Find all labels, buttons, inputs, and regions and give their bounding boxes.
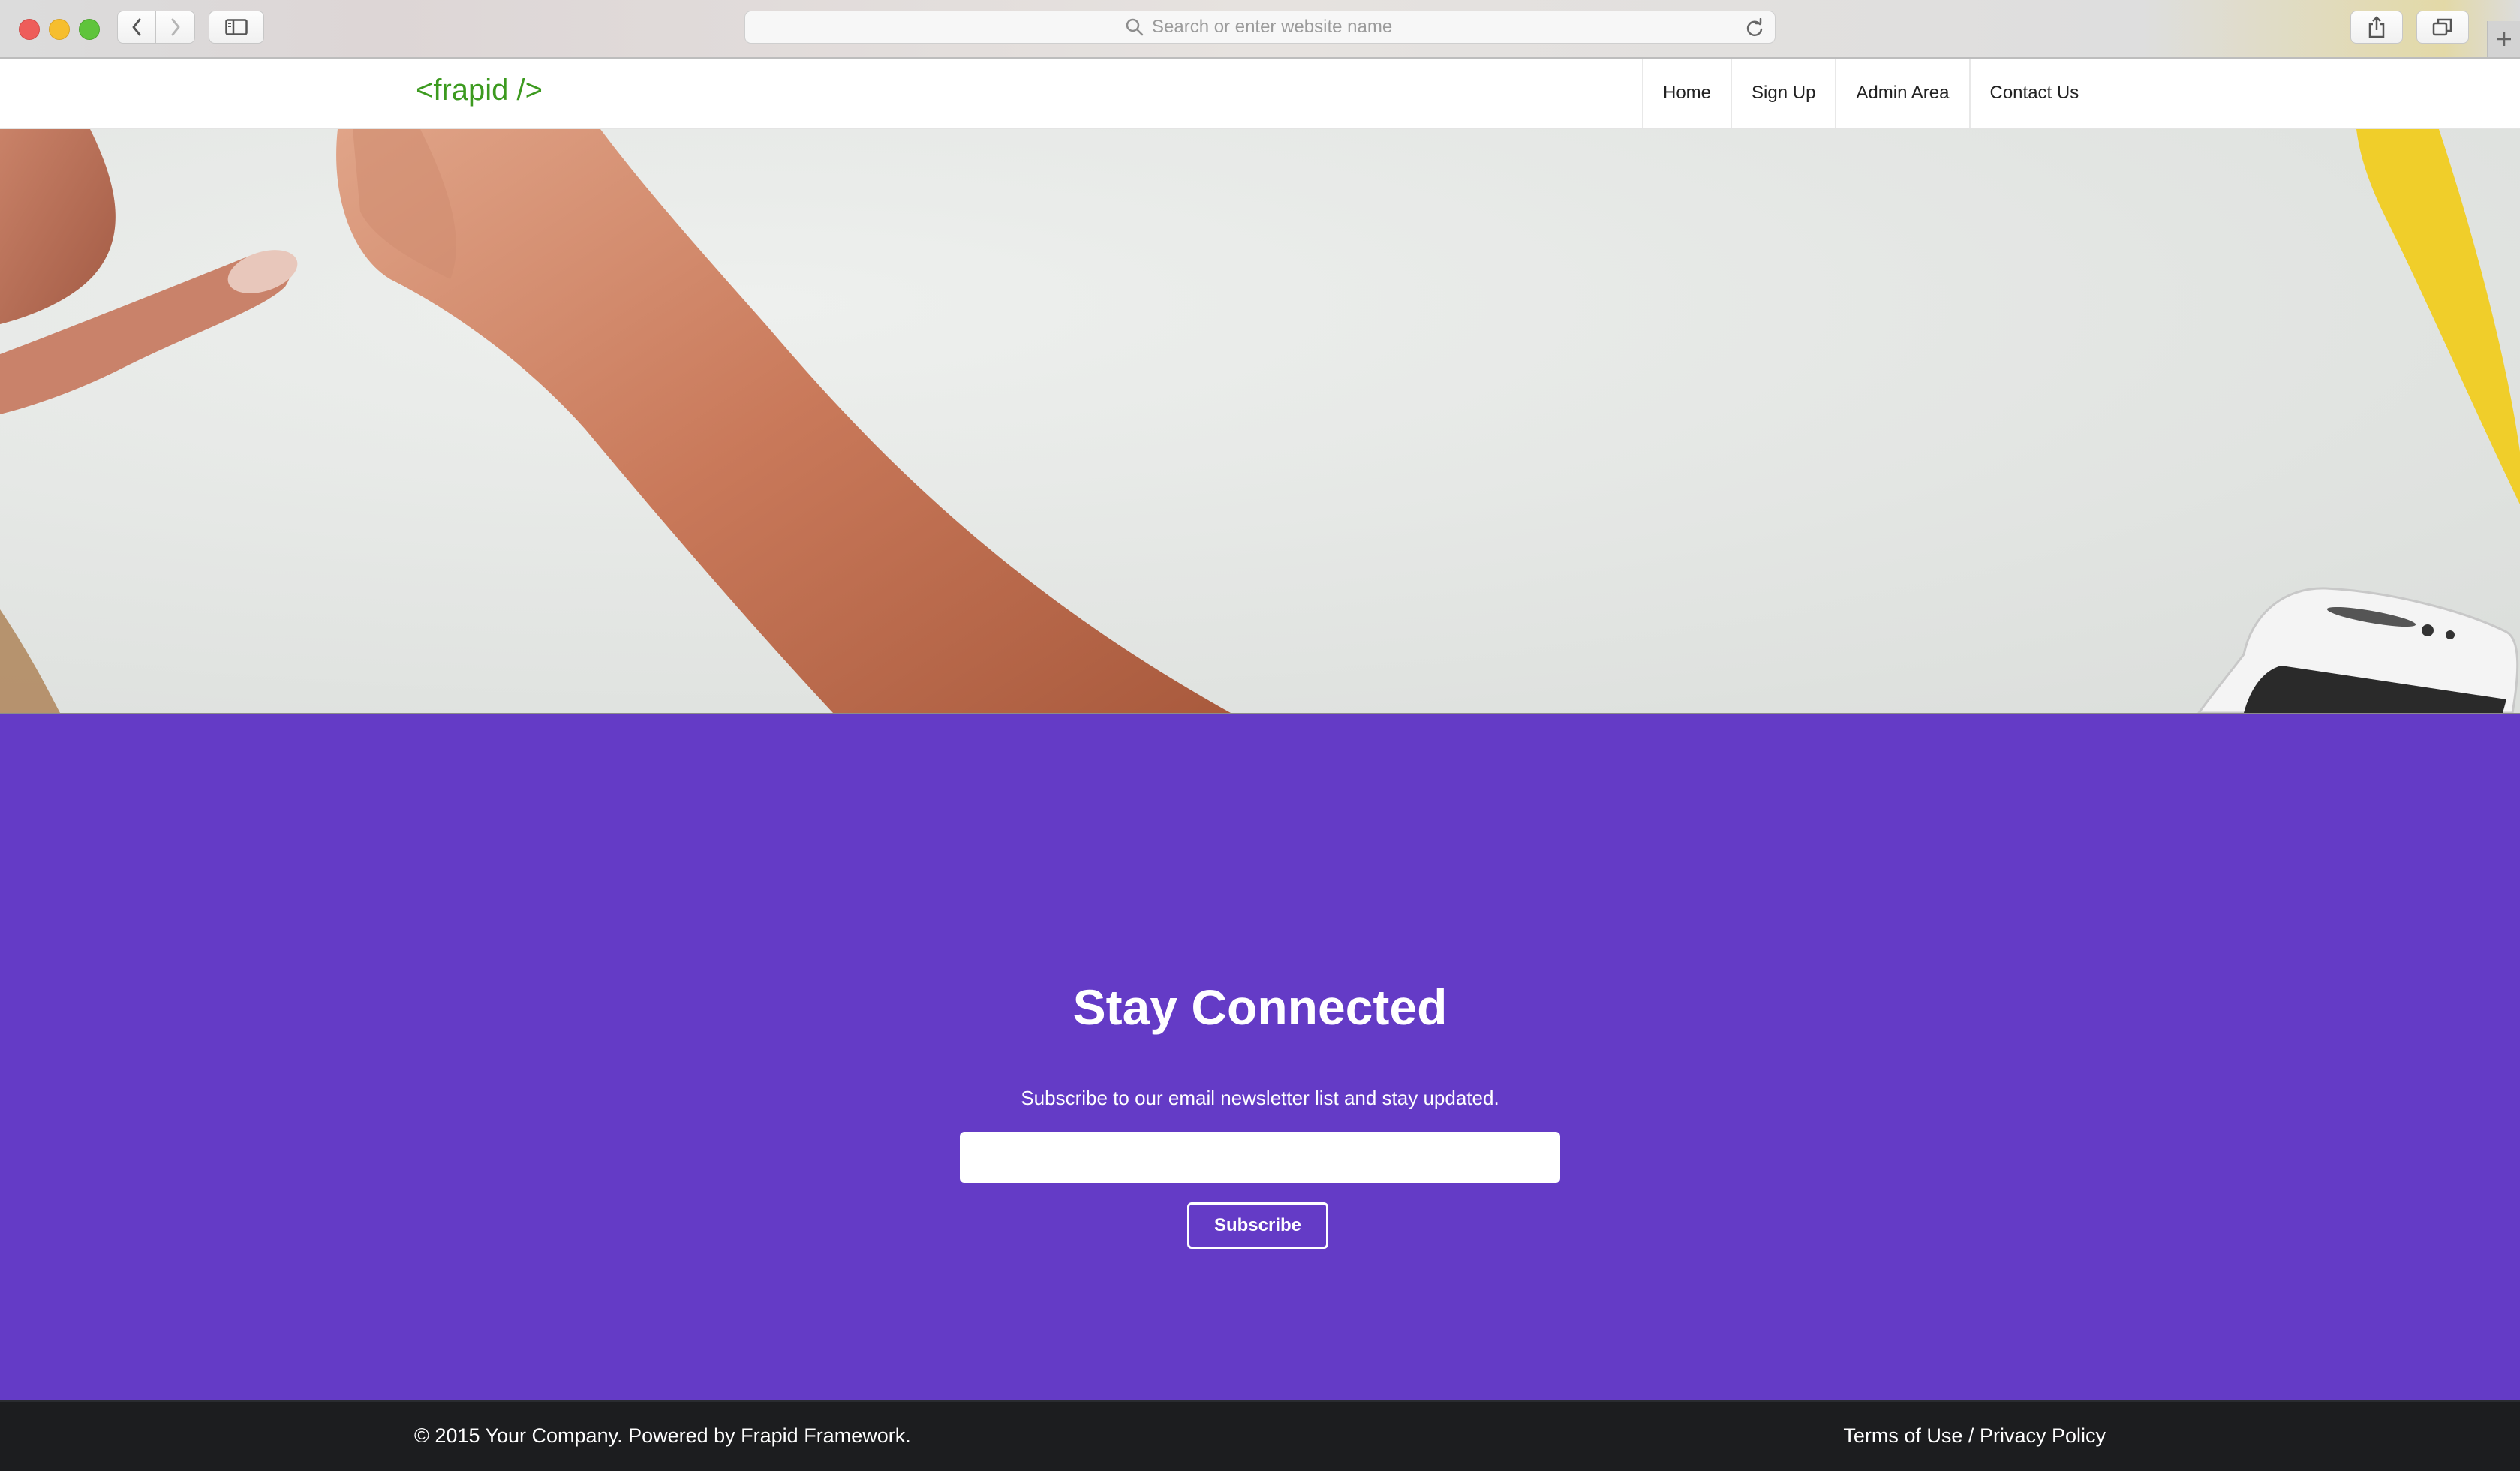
plus-icon: [2497, 32, 2511, 46]
tabs-icon: [2432, 18, 2452, 36]
nav-sign-up[interactable]: Sign Up: [1731, 59, 1835, 128]
browser-toolbar: Search or enter website name: [0, 0, 2520, 59]
nav-admin-area[interactable]: Admin Area: [1835, 59, 1968, 128]
terms-of-use-link[interactable]: Terms of Use: [1843, 1424, 1962, 1447]
back-button[interactable]: [117, 11, 156, 44]
main-nav: Home Sign Up Admin Area Contact Us: [1642, 59, 2098, 128]
share-button[interactable]: [2350, 11, 2403, 44]
forward-button[interactable]: [156, 11, 195, 44]
copyright-text: © 2015 Your Company. Powered by Frapid F…: [414, 1424, 911, 1447]
reload-icon[interactable]: [1745, 18, 1764, 38]
newsletter-title: Stay Connected: [1072, 979, 1448, 1035]
address-placeholder: Search or enter website name: [1152, 17, 1393, 37]
show-tabs-button[interactable]: [2416, 11, 2469, 44]
minimize-window-button[interactable]: [49, 19, 70, 40]
hero-image: [0, 129, 2520, 714]
newsletter-section: Stay Connected Subscribe to our email ne…: [0, 714, 2520, 1400]
new-tab-button[interactable]: [2487, 21, 2520, 57]
share-icon: [2368, 16, 2385, 38]
sidebar-icon: [225, 19, 248, 35]
site-footer: © 2015 Your Company. Powered by Frapid F…: [0, 1400, 2520, 1471]
privacy-policy-link[interactable]: Privacy Policy: [1980, 1424, 2106, 1447]
web-page: <frapid /> Home Sign Up Admin Area Conta…: [0, 59, 2520, 1471]
close-window-button[interactable]: [19, 19, 40, 40]
nav-contact-us[interactable]: Contact Us: [1968, 59, 2099, 128]
search-icon: [1126, 18, 1144, 36]
site-logo[interactable]: <frapid />: [416, 74, 543, 107]
email-input[interactable]: [960, 1132, 1560, 1183]
address-bar[interactable]: Search or enter website name: [744, 11, 1776, 44]
site-navbar: <frapid /> Home Sign Up Admin Area Conta…: [0, 59, 2520, 129]
nav-home[interactable]: Home: [1642, 59, 1731, 128]
subscribe-button[interactable]: Subscribe: [1187, 1202, 1328, 1249]
show-sidebar-button[interactable]: [209, 11, 264, 44]
forward-arrow-icon: [171, 18, 179, 36]
hero-photo: [0, 129, 2520, 713]
fullscreen-window-button[interactable]: [79, 19, 100, 40]
legal-links: Terms of Use / Privacy Policy: [1843, 1424, 2106, 1448]
newsletter-subtitle: Subscribe to our email newsletter list a…: [1021, 1087, 1499, 1109]
legal-separator: /: [1968, 1424, 1974, 1447]
back-arrow-icon: [132, 18, 141, 36]
